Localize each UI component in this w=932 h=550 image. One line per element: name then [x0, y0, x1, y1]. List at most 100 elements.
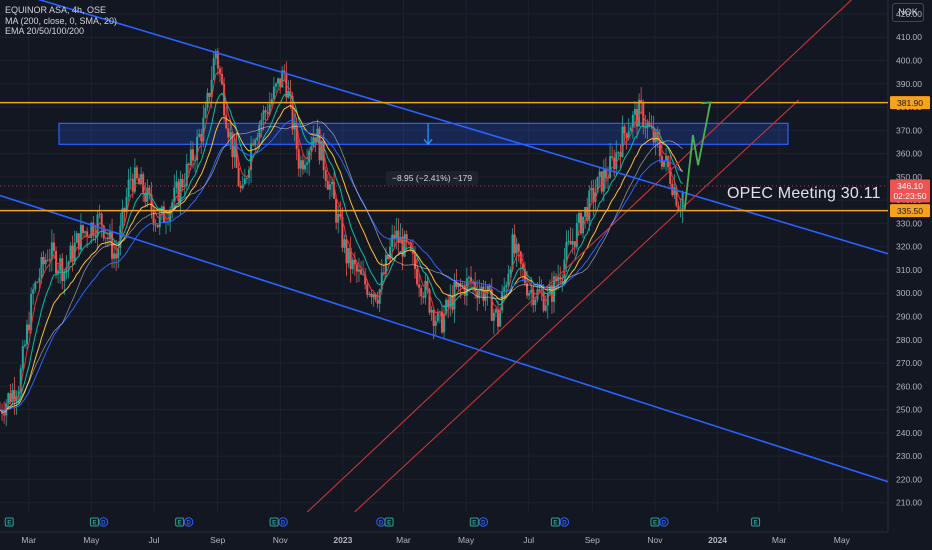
candle-body: [382, 272, 385, 275]
y-tick-label: 390.00: [896, 79, 922, 89]
event-marker-letter: D: [101, 521, 106, 527]
candle-body: [179, 178, 182, 202]
candle-body: [530, 289, 533, 294]
candle-body: [507, 273, 510, 286]
candle-body: [434, 321, 437, 326]
candle-body: [233, 145, 236, 158]
chart-legend: EQUINOR ASA, 4h, OSE MA (200, close, 0, …: [5, 5, 117, 37]
candle-body: [25, 324, 28, 345]
candle-body: [588, 190, 591, 221]
candle-body: [32, 289, 35, 294]
candle-body: [61, 258, 64, 281]
candle-body: [482, 286, 485, 301]
y-tick-label: 400.00: [896, 56, 922, 66]
event-marker-letter: D: [481, 521, 486, 527]
candle-body: [154, 224, 157, 226]
candle-body: [3, 413, 6, 416]
event-marker-letter: E: [472, 521, 476, 527]
candle-body: [94, 235, 97, 237]
y-tick-label: 360.00: [896, 149, 922, 159]
price-chart[interactable]: 210.00 220.00 230.00 240.00 250.00 260.00 270.…: [0, 0, 932, 550]
candle-body: [34, 282, 37, 290]
y-tick-label: 240.00: [896, 428, 922, 438]
candle-body: [515, 244, 518, 254]
candle-body: [584, 207, 587, 217]
candle-body: [424, 280, 427, 298]
candle-body: [84, 231, 87, 233]
candle-body: [229, 132, 232, 138]
candle-body: [264, 110, 267, 113]
candle-body: [418, 284, 421, 288]
candle-body: [611, 156, 614, 158]
event-marker-letter: E: [653, 521, 657, 527]
countdown-label: 02:23:50: [893, 191, 926, 201]
currency-button[interactable]: NOK: [892, 3, 924, 22]
candle-body: [75, 233, 78, 243]
candle-body: [254, 140, 257, 146]
candle-body: [625, 133, 628, 139]
candle-body: [243, 178, 246, 185]
x-tick-label: Jul: [149, 535, 160, 545]
event-marker-letter: E: [387, 521, 391, 527]
candle-body: [297, 149, 300, 169]
candle-body: [140, 174, 143, 185]
candle-body: [604, 169, 607, 179]
candle-body: [565, 242, 568, 260]
candle-body: [272, 86, 275, 99]
candle-body: [245, 177, 248, 179]
candle-body: [127, 179, 130, 197]
annotation-text[interactable]: OPEC Meeting 30.11: [727, 185, 881, 203]
legend-ema[interactable]: EMA 20/50/100/200: [5, 26, 117, 37]
x-tick-label: Mar: [21, 535, 36, 545]
candle-body: [654, 132, 657, 143]
legend-ma[interactable]: MA (200, close, 0, SMA, 20): [5, 16, 117, 27]
x-tick-label: May: [458, 535, 475, 545]
y-tick-label: 300.00: [896, 288, 922, 298]
x-tick-label: May: [834, 535, 851, 545]
candle-body: [623, 126, 626, 134]
x-tick-label: 2023: [333, 535, 352, 545]
candle-body: [677, 205, 680, 210]
candle-body: [343, 239, 346, 248]
candle-body: [355, 264, 358, 272]
candle-body: [252, 143, 255, 146]
candle-body: [360, 269, 363, 275]
candle-body: [23, 344, 26, 347]
y-tick-label: 330.00: [896, 218, 922, 228]
candle-body: [353, 259, 356, 265]
candle-body: [370, 293, 373, 298]
candle-body: [416, 268, 419, 285]
candle-body: [617, 152, 620, 154]
candle-body: [262, 110, 265, 120]
candle-body: [569, 240, 572, 245]
candle-body: [368, 293, 371, 295]
candle-body: [559, 276, 562, 280]
candle-body: [52, 242, 55, 251]
candle-body: [227, 128, 230, 138]
x-tick-label: 2024: [708, 535, 727, 545]
candle-body: [40, 256, 43, 278]
candle-body: [28, 324, 31, 331]
candle-body: [44, 259, 47, 265]
y-tick-label: 230.00: [896, 451, 922, 461]
x-tick-label: Sep: [210, 535, 225, 545]
candle-body: [274, 83, 277, 87]
event-marker-letter: E: [754, 521, 758, 527]
candle-body: [528, 293, 531, 296]
x-tick-label: Nov: [647, 535, 663, 545]
ma200-line: [0, 120, 683, 414]
event-marker-letter: D: [281, 521, 286, 527]
candle-body: [258, 125, 261, 138]
candle-body: [129, 178, 132, 180]
candle-body: [256, 137, 259, 141]
candle-body: [21, 346, 24, 369]
candle-body: [492, 312, 495, 321]
candle-body: [38, 277, 41, 283]
candle-body: [673, 187, 676, 195]
candle-body: [299, 160, 302, 169]
candle-body: [598, 171, 601, 178]
candle-body: [79, 225, 82, 250]
candle-body: [239, 186, 242, 189]
candle-body: [42, 256, 45, 265]
candle-body: [513, 234, 516, 254]
